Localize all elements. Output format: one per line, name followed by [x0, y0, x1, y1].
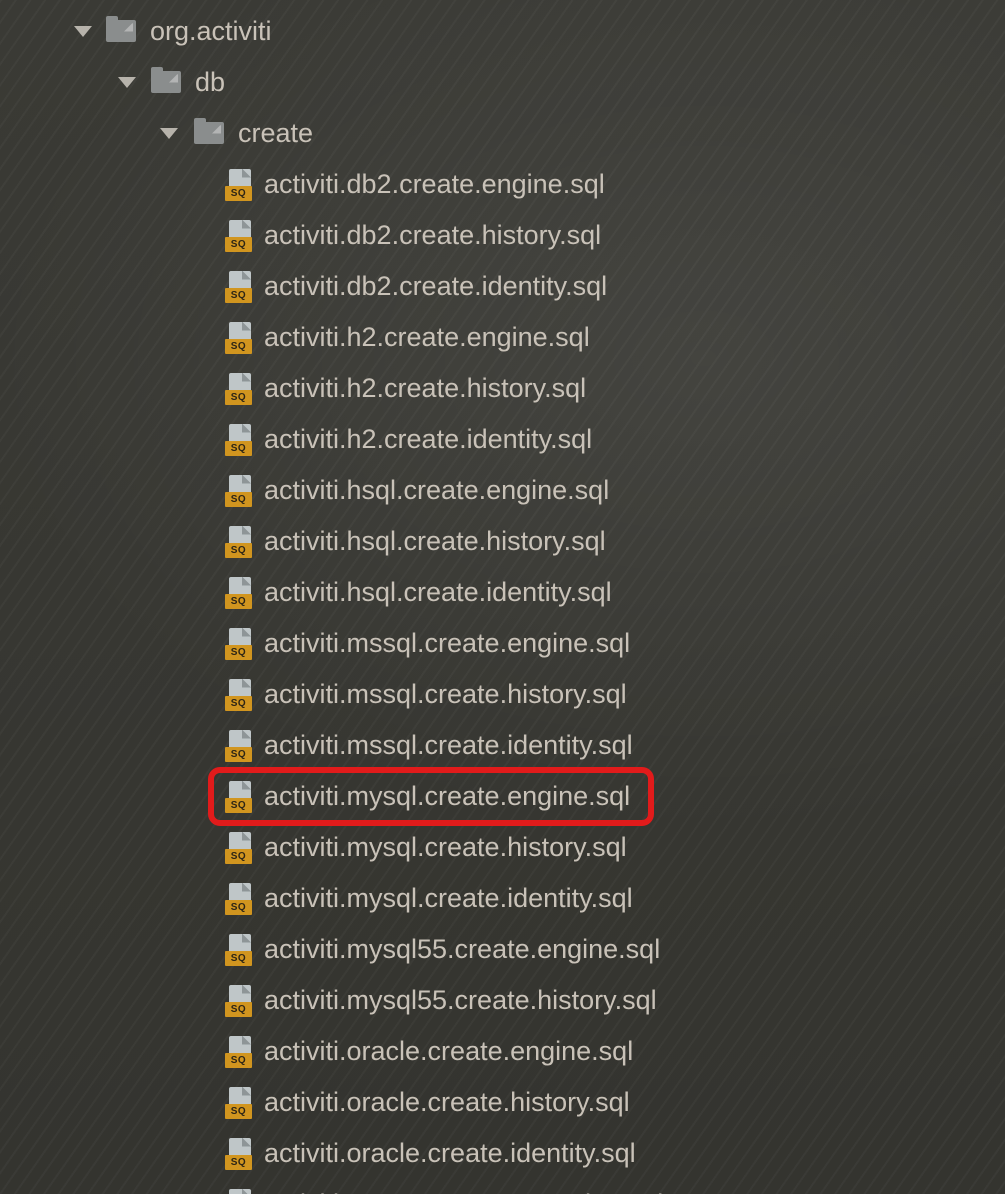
- sql-file-icon: SQ: [225, 526, 252, 558]
- tree-file[interactable]: SQ activiti.db2.create.identity.sql: [0, 261, 1005, 312]
- sql-file-icon: SQ: [225, 475, 252, 507]
- tree-file[interactable]: SQ activiti.mssql.create.identity.sql: [0, 720, 1005, 771]
- tree-file[interactable]: SQ activiti.mssql.create.engine.sql: [0, 618, 1005, 669]
- sql-file-icon: SQ: [225, 628, 252, 660]
- file-label: activiti.hsql.create.history.sql: [264, 527, 606, 557]
- file-label: activiti.mysql55.create.history.sql: [264, 986, 657, 1016]
- project-tree[interactable]: org.activiti db create SQ activiti.db2.c…: [0, 0, 1005, 1194]
- sql-file-icon: SQ: [225, 781, 252, 813]
- tree-folder-org-activiti[interactable]: org.activiti: [0, 6, 1005, 57]
- file-label: activiti.hsql.create.engine.sql: [264, 476, 609, 506]
- tree-folder-db[interactable]: db: [0, 57, 1005, 108]
- tree-file[interactable]: SQ activiti.mysql55.create.engine.sql: [0, 924, 1005, 975]
- sql-file-icon: SQ: [225, 985, 252, 1017]
- sql-file-icon: SQ: [225, 1087, 252, 1119]
- file-label: activiti.mssql.create.identity.sql: [264, 731, 633, 761]
- tree-file[interactable]: SQ activiti.hsql.create.engine.sql: [0, 465, 1005, 516]
- file-label: activiti.db2.create.engine.sql: [264, 170, 605, 200]
- file-label: activiti.mysql.create.history.sql: [264, 833, 627, 863]
- sql-file-icon: SQ: [225, 271, 252, 303]
- tree-file[interactable]: SQ activiti.oracle.create.engine.sql: [0, 1026, 1005, 1077]
- file-label: activiti.oracle.create.identity.sql: [264, 1139, 636, 1169]
- sql-file-icon: SQ: [225, 220, 252, 252]
- folder-icon: [194, 122, 224, 146]
- file-label: activiti.db2.create.history.sql: [264, 221, 601, 251]
- file-label: activiti.h2.create.history.sql: [264, 374, 586, 404]
- sql-file-icon: SQ: [225, 679, 252, 711]
- file-label: activiti.postgres.create.engine.sql: [264, 1190, 663, 1194]
- tree-file[interactable]: SQ activiti.db2.create.engine.sql: [0, 159, 1005, 210]
- file-label: activiti.mssql.create.history.sql: [264, 680, 627, 710]
- sql-file-icon: SQ: [225, 322, 252, 354]
- file-label: activiti.hsql.create.identity.sql: [264, 578, 612, 608]
- tree-file[interactable]: SQ activiti.hsql.create.history.sql: [0, 516, 1005, 567]
- tree-file[interactable]: SQ activiti.h2.create.identity.sql: [0, 414, 1005, 465]
- file-label: activiti.mysql55.create.engine.sql: [264, 935, 660, 965]
- tree-file[interactable]: SQ activiti.db2.create.history.sql: [0, 210, 1005, 261]
- tree-file[interactable]: SQ activiti.mysql.create.engine.sql: [0, 771, 1005, 822]
- tree-file[interactable]: SQ activiti.mssql.create.history.sql: [0, 669, 1005, 720]
- folder-label: create: [238, 119, 313, 149]
- folder-icon: [151, 71, 181, 95]
- expand-toggle-icon[interactable]: [74, 26, 92, 37]
- file-label: activiti.mysql.create.engine.sql: [264, 782, 630, 812]
- folder-icon: [106, 20, 136, 44]
- tree-file[interactable]: SQ activiti.postgres.create.engine.sql: [0, 1179, 1005, 1194]
- tree-file[interactable]: SQ activiti.mysql.create.identity.sql: [0, 873, 1005, 924]
- tree-file[interactable]: SQ activiti.mysql55.create.history.sql: [0, 975, 1005, 1026]
- file-label: activiti.mssql.create.engine.sql: [264, 629, 630, 659]
- sql-file-icon: SQ: [225, 577, 252, 609]
- folder-label: db: [195, 68, 225, 98]
- expand-toggle-icon[interactable]: [160, 128, 178, 139]
- file-label: activiti.db2.create.identity.sql: [264, 272, 607, 302]
- sql-file-icon: SQ: [225, 1036, 252, 1068]
- sql-file-icon: SQ: [225, 169, 252, 201]
- file-label: activiti.oracle.create.engine.sql: [264, 1037, 633, 1067]
- file-label: activiti.oracle.create.history.sql: [264, 1088, 630, 1118]
- sql-file-icon: SQ: [225, 424, 252, 456]
- tree-file[interactable]: SQ activiti.h2.create.history.sql: [0, 363, 1005, 414]
- sql-file-icon: SQ: [225, 1138, 252, 1170]
- file-label: activiti.h2.create.identity.sql: [264, 425, 592, 455]
- sql-file-icon: SQ: [225, 883, 252, 915]
- tree-file[interactable]: SQ activiti.mysql.create.history.sql: [0, 822, 1005, 873]
- sql-file-icon: SQ: [225, 1189, 252, 1194]
- sql-file-icon: SQ: [225, 832, 252, 864]
- file-label: activiti.h2.create.engine.sql: [264, 323, 590, 353]
- sql-file-icon: SQ: [225, 730, 252, 762]
- sql-file-icon: SQ: [225, 934, 252, 966]
- tree-file[interactable]: SQ activiti.hsql.create.identity.sql: [0, 567, 1005, 618]
- tree-file[interactable]: SQ activiti.oracle.create.history.sql: [0, 1077, 1005, 1128]
- tree-file[interactable]: SQ activiti.h2.create.engine.sql: [0, 312, 1005, 363]
- tree-folder-create[interactable]: create: [0, 108, 1005, 159]
- file-label: activiti.mysql.create.identity.sql: [264, 884, 633, 914]
- folder-label: org.activiti: [150, 17, 272, 47]
- tree-file[interactable]: SQ activiti.oracle.create.identity.sql: [0, 1128, 1005, 1179]
- sql-file-icon: SQ: [225, 373, 252, 405]
- expand-toggle-icon[interactable]: [118, 77, 136, 88]
